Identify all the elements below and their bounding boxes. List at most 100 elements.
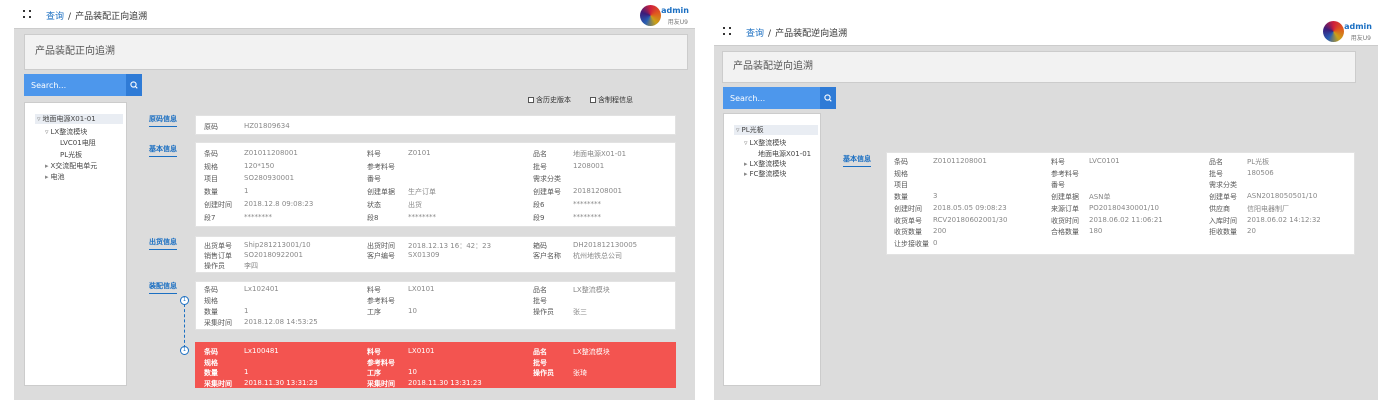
user-menu[interactable]: admin 用友U9 xyxy=(609,5,689,27)
field-label: 品名 xyxy=(533,286,547,294)
page-title: 产品装配正向追溯 xyxy=(24,34,688,70)
section-barcode-info: 原码信息 xyxy=(149,114,177,127)
basic-info-card: 条码 Z01011208001 料号 Z0101 品名 地面电源X01-01 规格 120*1… xyxy=(195,142,676,227)
avatar[interactable] xyxy=(640,5,661,26)
search-input[interactable] xyxy=(723,87,820,109)
field-value: 2018.12.8 09:08:23 xyxy=(244,199,314,208)
tree-node[interactable]: ▿ LX整流模块 xyxy=(744,138,786,148)
menu-toggle-icon[interactable] xyxy=(723,27,731,35)
field-label: 工序 xyxy=(367,308,381,316)
field-label: 段7 xyxy=(204,213,216,222)
search-button[interactable] xyxy=(126,74,142,96)
basic-info-card: 条码 Z01011208001 料号 LVC0101 品名 PL光板 规格 参考料号 批号 180… xyxy=(886,152,1355,255)
field-label: 条码 xyxy=(204,286,218,294)
field-label: 规格 xyxy=(204,358,218,367)
field-label: 规格 xyxy=(204,162,218,171)
search-button[interactable] xyxy=(820,87,836,109)
field-label: 批号 xyxy=(1209,169,1223,178)
user-menu[interactable]: admin 用友U9 xyxy=(1292,21,1372,43)
tree-node[interactable]: ▸ X交流配电单元 xyxy=(45,161,97,171)
section-basic-info: 基本信息 xyxy=(843,154,871,167)
user-org: 用友U9 xyxy=(667,19,688,26)
field-value: Z0101 xyxy=(408,149,431,157)
tree-node[interactable]: ▿ LX整流模块 xyxy=(45,127,87,137)
field-label: 入库时间 xyxy=(1209,216,1237,225)
field-value: Z01011208001 xyxy=(244,149,298,157)
field-label: 规格 xyxy=(204,297,218,305)
tree-node-label: LX整流模块 xyxy=(749,160,787,168)
search-icon xyxy=(130,81,138,89)
search-icon xyxy=(824,94,832,102)
field-label: 番号 xyxy=(1051,181,1065,190)
checkbox-label: 含历史版本 xyxy=(536,96,571,104)
tree-caret-icon: ▸ xyxy=(744,170,748,178)
field-label: 原码 xyxy=(204,123,218,131)
field-label: 创建时间 xyxy=(894,204,922,213)
tree-node[interactable]: PL光板 xyxy=(60,150,82,160)
field-value: LX0101 xyxy=(408,347,435,355)
field-label: 创建单号 xyxy=(1209,193,1237,202)
field-value: 地面电源X01-01 xyxy=(573,150,627,158)
tree-node[interactable]: 地面电源X01-01 xyxy=(758,149,811,159)
tree-node[interactable]: ▸ LX整流模块 xyxy=(744,159,786,169)
search-input[interactable] xyxy=(24,74,126,96)
menu-toggle-icon[interactable] xyxy=(23,10,31,18)
tree-node[interactable]: LVC01电阻 xyxy=(60,138,96,148)
breadcrumb-current: 产品装配逆向追溯 xyxy=(775,29,848,39)
timeline-node[interactable]: 1 xyxy=(180,296,189,305)
field-label: 段9 xyxy=(533,213,545,222)
field-value: 出货 xyxy=(408,200,422,209)
field-value: PO20180430001/10 xyxy=(1089,203,1159,212)
section-assembly-info: 装配信息 xyxy=(149,281,177,294)
process-info-checkbox[interactable]: 含制程信息 xyxy=(590,95,633,105)
tree-node-label: LVC01电阻 xyxy=(60,139,96,147)
breadcrumb-home-link[interactable]: 查询 xyxy=(46,12,64,22)
tree-node[interactable]: ▿ 地面电源X01-01 xyxy=(35,114,123,124)
tree-node[interactable]: ▸ 电池 xyxy=(45,172,65,182)
field-label: 操作员 xyxy=(533,369,554,377)
field-value: SO20180922001 xyxy=(244,251,303,259)
field-value: LX0101 xyxy=(408,285,435,293)
field-value: ASN2018050501/10 xyxy=(1247,192,1318,201)
field-value: ******** xyxy=(573,212,601,221)
field-value: 200 xyxy=(933,227,947,236)
history-version-checkbox[interactable]: 含历史版本 xyxy=(528,95,571,105)
field-label: 批号 xyxy=(533,358,547,367)
field-label: 项目 xyxy=(204,175,218,184)
field-label: 工序 xyxy=(367,369,381,377)
timeline-node[interactable]: 1 xyxy=(180,346,189,355)
field-value: 李四 xyxy=(244,262,258,270)
field-value: 2018.12.08 14:53:25 xyxy=(244,318,318,326)
field-value: 20 xyxy=(1247,227,1256,236)
search-box xyxy=(24,74,142,96)
field-label: 条码 xyxy=(894,158,908,166)
breadcrumb-home-link[interactable]: 查询 xyxy=(746,29,764,39)
field-value: ******** xyxy=(244,212,272,221)
field-label: 料号 xyxy=(367,150,381,158)
field-value: SX01309 xyxy=(408,251,440,259)
field-value: 1 xyxy=(244,187,249,196)
field-label: 来源订单 xyxy=(1051,204,1079,213)
avatar[interactable] xyxy=(1323,21,1344,42)
field-value: PL光板 xyxy=(1247,158,1270,166)
tree-node-label: LX整流模块 xyxy=(50,128,88,136)
breadcrumb-separator: / xyxy=(68,12,72,22)
field-label: 操作员 xyxy=(533,308,554,316)
tree-node-label: PL光板 xyxy=(60,151,83,159)
field-label: 参考料号 xyxy=(367,162,395,171)
tree-caret-icon: ▿ xyxy=(736,126,740,134)
field-value: 1 xyxy=(244,368,249,376)
tree-node[interactable]: ▸ FC整流模块 xyxy=(744,169,786,179)
field-value: 1 xyxy=(244,307,249,315)
user-name: admin xyxy=(661,6,689,15)
field-value: LX整流模块 xyxy=(573,286,610,294)
field-label: 客户编号 xyxy=(367,252,395,260)
tree-caret-icon: ▸ xyxy=(744,160,748,168)
field-label: 拒收数量 xyxy=(1209,228,1237,237)
tree-caret-icon: ▿ xyxy=(45,128,49,136)
field-label: 销售订单 xyxy=(204,252,232,260)
assembly-card: 条码 Lx102401 料号 LX0101 品名 LX整流模块 规格 参考料号 批号 数量 1 工序 1… xyxy=(195,281,676,330)
reverse-trace-screen: 查询/产品装配逆向追溯 admin 用友U9 产品装配逆向追溯 ▿PL光板 ▿L… xyxy=(714,14,1378,400)
tree-node[interactable]: ▿ PL光板 xyxy=(734,125,818,135)
section-shipping-info: 出货信息 xyxy=(149,237,177,250)
